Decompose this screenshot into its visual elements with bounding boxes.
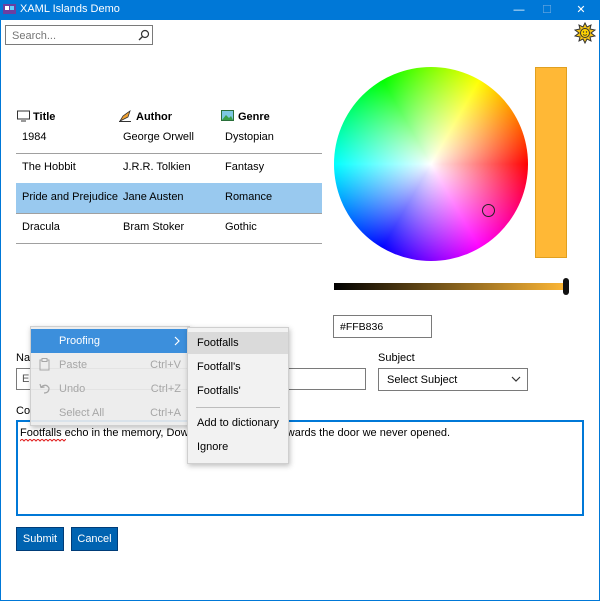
menu-item-label: Undo [59, 383, 86, 395]
color-wheel[interactable] [334, 67, 528, 261]
cell-author: Bram Stoker [123, 221, 185, 233]
color-wheel-handle[interactable] [482, 204, 495, 217]
suggestion-item[interactable]: Footfalls [188, 332, 288, 354]
column-header-genre[interactable]: Genre [238, 111, 270, 123]
chevron-right-icon [174, 336, 180, 346]
cell-title: 1984 [22, 131, 47, 143]
table-row-selected[interactable]: Pride and Prejudice Jane Austen Romance [16, 183, 322, 213]
cell-title: The Hobbit [22, 161, 76, 173]
cell-title: Pride and Prejudice [22, 191, 119, 203]
undo-icon [39, 383, 50, 394]
ignore-item[interactable]: Ignore [188, 436, 288, 458]
cancel-button[interactable]: Cancel [71, 527, 118, 551]
cell-author: Jane Austen [123, 191, 184, 203]
subject-label: Subject [378, 352, 415, 364]
menu-item-label: Add to dictionary [197, 417, 279, 429]
menu-item-proofing[interactable]: Proofing [31, 329, 189, 353]
comment-textarea[interactable]: Footfalls echo in the memory, Down ve di… [16, 420, 584, 516]
name-label: Na [16, 352, 31, 364]
brightness-slider[interactable] [334, 283, 567, 290]
menu-separator [196, 407, 280, 408]
menu-item-shortcut: Ctrl+A [150, 407, 181, 419]
window-title: XAML Islands Demo [20, 3, 120, 15]
add-to-dictionary-item[interactable]: Add to dictionary [188, 412, 288, 434]
suggestion-label: Footfalls' [197, 385, 241, 397]
close-button[interactable]: ✕ [566, 0, 596, 20]
cell-author: George Orwell [123, 131, 194, 143]
suggestion-label: Footfalls [197, 337, 239, 349]
hex-input-box[interactable] [333, 315, 432, 338]
cell-genre: Gothic [225, 221, 257, 233]
menu-item-paste[interactable]: Paste Ctrl+V [31, 353, 189, 377]
column-header-title[interactable]: Title [33, 111, 55, 123]
quill-icon [119, 110, 131, 122]
app-icon [3, 4, 16, 14]
suggestion-item[interactable]: Footfalls' [188, 380, 288, 402]
brightness-slider-thumb[interactable] [563, 278, 569, 295]
menu-item-label: Paste [59, 359, 88, 371]
chevron-down-icon [511, 376, 521, 382]
cell-genre: Dystopian [225, 131, 274, 143]
name-value: E [22, 373, 30, 385]
sun-icon[interactable] [574, 22, 596, 44]
cell-genre: Romance [225, 191, 273, 203]
color-preview [535, 67, 567, 258]
table-row[interactable]: Dracula Bram Stoker Gothic [16, 213, 322, 243]
context-menu: Proofing Paste Ctrl+V Undo Ctrl+Z Select… [30, 326, 190, 426]
menu-item-shortcut: Ctrl+Z [150, 383, 181, 395]
table-row[interactable]: 1984 George Orwell Dystopian [16, 123, 322, 153]
menu-item-undo[interactable]: Undo Ctrl+Z [31, 377, 189, 401]
subject-select[interactable]: Select Subject [378, 368, 528, 391]
maximize-button[interactable]: ☐ [532, 0, 562, 20]
monitor-icon [17, 110, 30, 122]
cell-genre: Fantasy [225, 161, 265, 173]
menu-item-shortcut: Ctrl+V [150, 359, 181, 371]
cell-author: J.R.R. Tolkien [123, 161, 191, 173]
spelling-error-underline [20, 439, 66, 442]
proofing-submenu: Footfalls Footfall's Footfalls' Add to d… [187, 327, 289, 464]
submit-button[interactable]: Submit [16, 527, 64, 551]
menu-item-label: Proofing [59, 335, 100, 347]
suggestion-label: Footfall's [197, 361, 241, 373]
menu-item-label: Ignore [197, 441, 229, 453]
search-box[interactable] [5, 25, 153, 45]
cell-title: Dracula [22, 221, 60, 233]
minimize-button[interactable]: — [504, 0, 534, 20]
picture-icon [221, 110, 234, 121]
subject-selected-value: Select Subject [387, 374, 458, 386]
menu-item-label: Select All [59, 407, 105, 419]
title-bar[interactable]: XAML Islands Demo — ☐ ✕ [0, 0, 600, 20]
hex-input[interactable] [340, 320, 425, 334]
search-input[interactable] [12, 29, 132, 43]
suggestion-item[interactable]: Footfall's [188, 356, 288, 378]
search-icon[interactable] [137, 28, 151, 42]
table-row[interactable]: The Hobbit J.R.R. Tolkien Fantasy [16, 153, 322, 183]
menu-item-select-all[interactable]: Select All Ctrl+A [31, 401, 189, 425]
row-divider [16, 243, 322, 244]
comment-label: Co [16, 405, 31, 417]
column-header-author[interactable]: Author [136, 111, 172, 123]
paste-icon [39, 358, 50, 371]
